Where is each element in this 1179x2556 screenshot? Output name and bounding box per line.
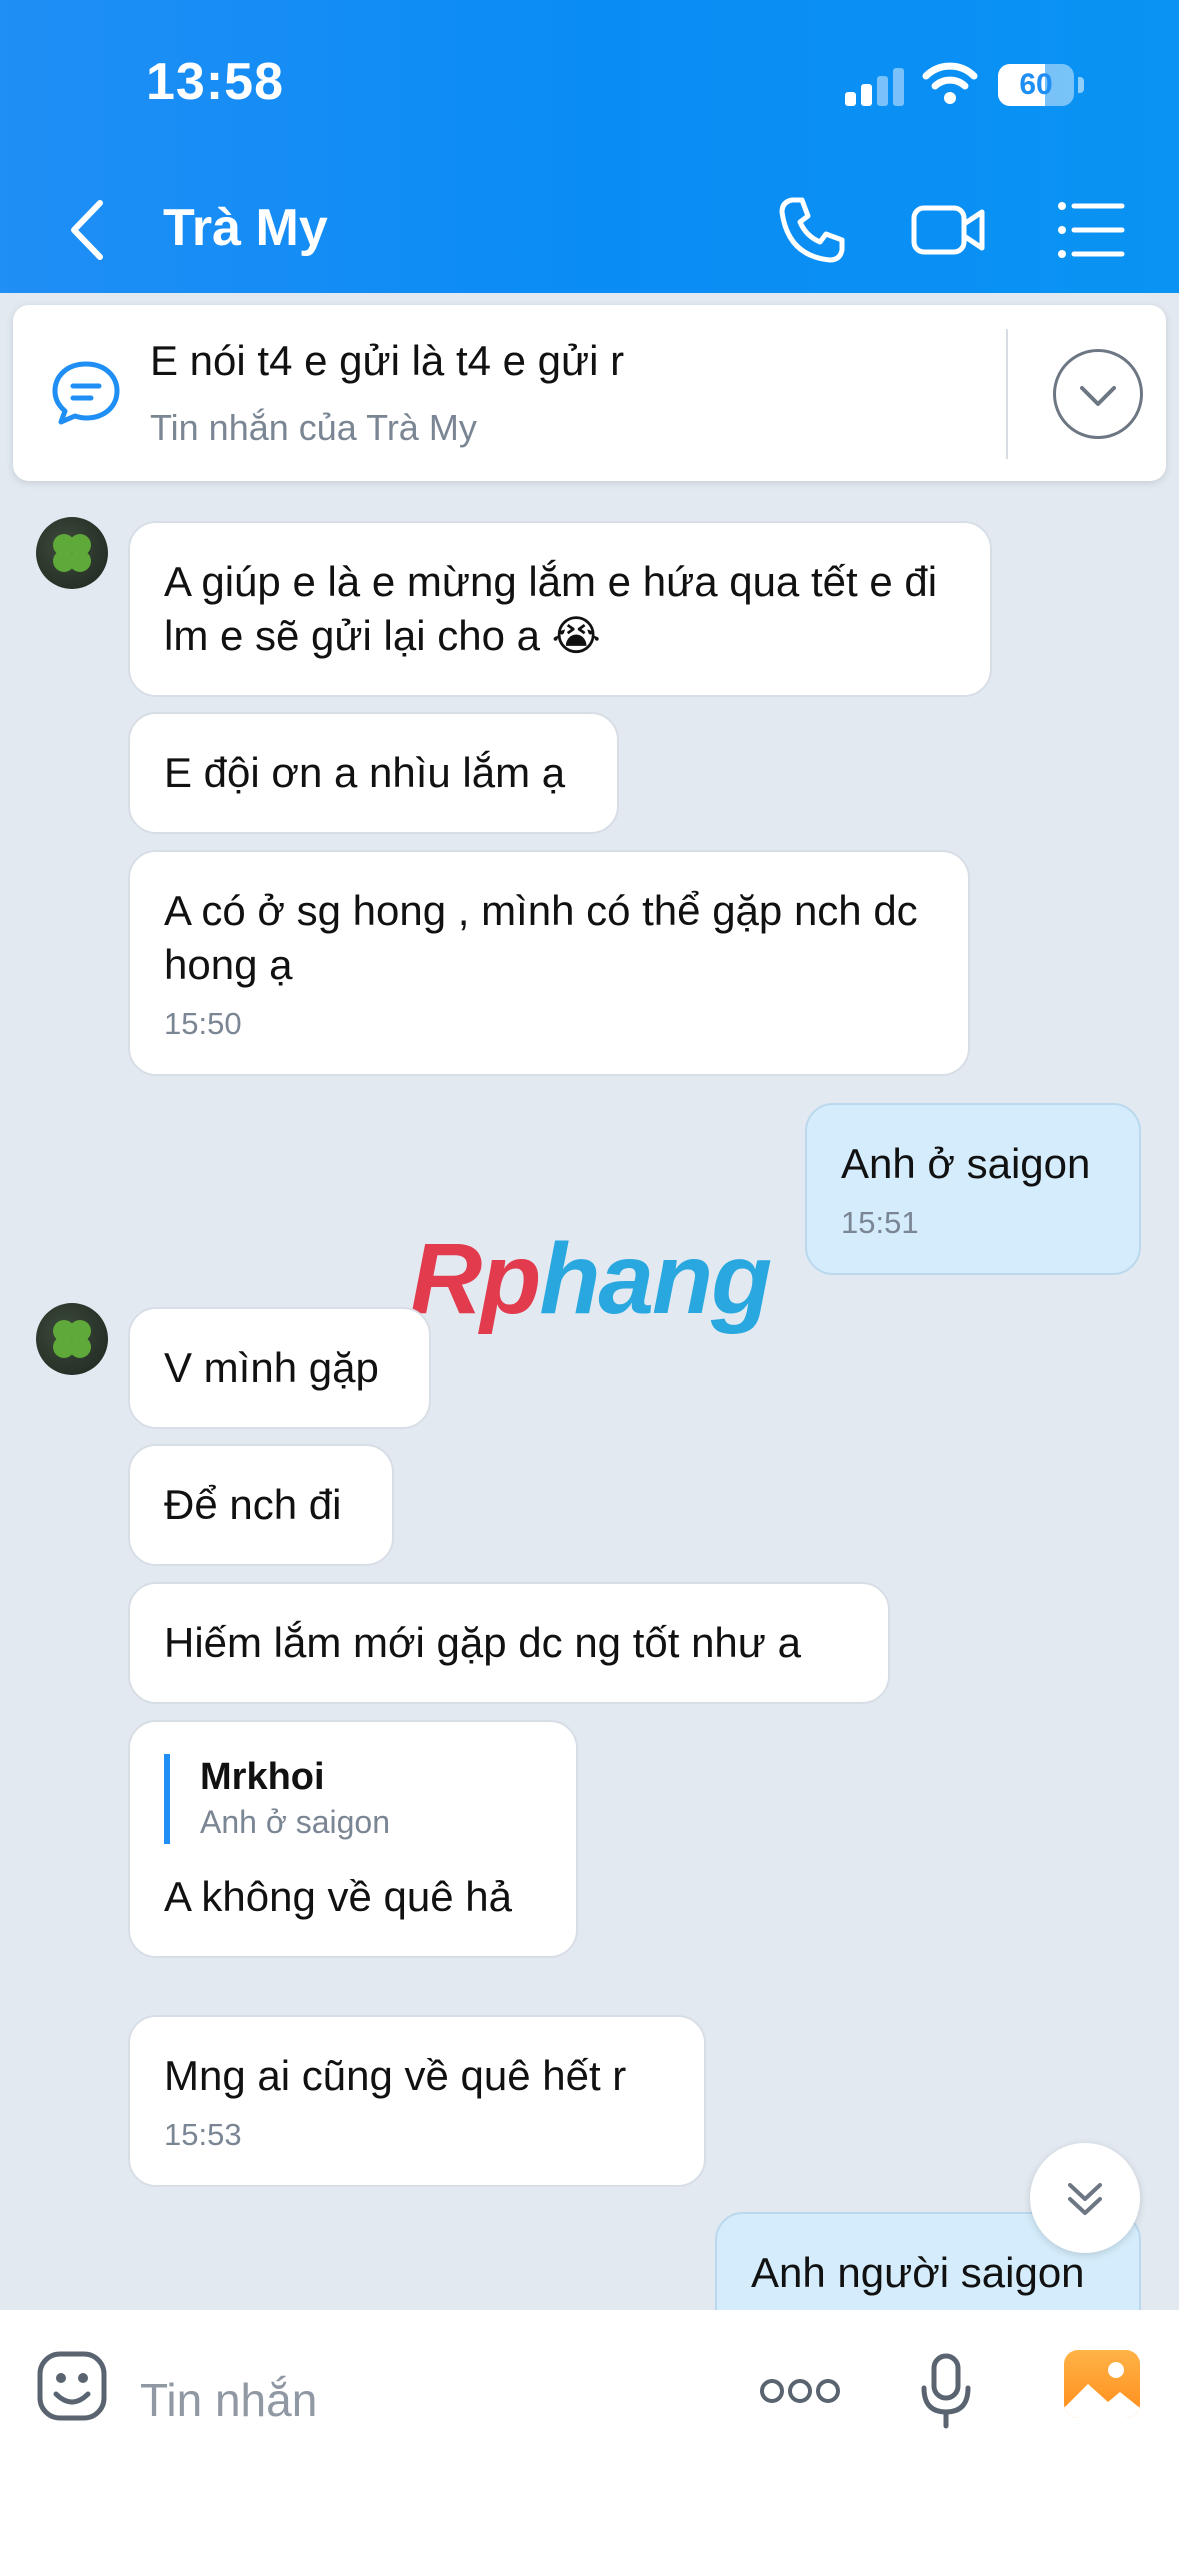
message-text: Để nch đi [164,1481,342,1528]
quoted-author: Mrkhoi [200,1756,325,1798]
microphone-icon[interactable] [918,2352,974,2432]
message-bubble[interactable]: E đội ơn a nhìu lắm ạ [128,712,619,834]
chat-bubble-icon [52,361,120,425]
wifi-icon [922,62,978,104]
message-text: V mình gặp [164,1344,379,1391]
image-icon[interactable] [1064,2350,1140,2418]
message-bubble[interactable]: Để nch đi [128,1444,394,1566]
cellular-signal-icon [845,66,905,106]
message-composer [0,2310,1179,2556]
message-text: Anh người saigon [751,2249,1085,2296]
message-text: A giúp e là e mừng lắm e hứa qua tết e đ… [164,558,938,659]
list-menu-icon[interactable] [1052,190,1132,270]
message-bubble[interactable]: Mng ai cũng về quê hết r 15:53 [128,2015,706,2187]
message-text: A không về quê hả [164,1873,512,1920]
message-time: 15:50 [164,1006,242,1041]
message-bubble-sent[interactable]: Anh ở saigon 15:51 [805,1103,1141,1275]
message-text: A có ở sg hong , mình có thể gặp nch dc … [164,887,918,988]
status-time: 13:58 [146,53,284,111]
video-call-icon[interactable] [908,190,988,270]
message-time: 15:53 [164,2117,242,2152]
message-bubble-reply[interactable]: Mrkhoi Anh ở saigon A không về quê hả [128,1720,578,1958]
message-input[interactable] [140,2360,700,2440]
battery-icon: 60 [998,64,1074,106]
message-text: Anh ở saigon [841,1140,1091,1187]
battery-cap [1078,77,1084,93]
pinned-text: E nói t4 e gửi là t4 e gửi r [150,337,625,384]
message-text: E đội ơn a nhìu lắm ạ [164,749,566,796]
quoted-message[interactable]: Mrkhoi Anh ở saigon [164,1754,542,1844]
double-chevron-down-icon [1068,2183,1102,2215]
message-text: Hiếm lắm mới gặp dc ng tốt như a [164,1619,801,1666]
chevron-down-icon [1080,386,1116,406]
message-bubble[interactable]: A có ở sg hong , mình có thể gặp nch dc … [128,850,970,1076]
back-arrow-icon[interactable] [60,195,120,265]
phone-icon[interactable] [772,190,852,270]
message-bubble[interactable]: V mình gặp [128,1307,431,1429]
chat-header: 13:58 60 Trà My [0,0,1179,293]
scroll-to-bottom-button[interactable] [1030,2143,1140,2253]
expand-pinned-button[interactable] [1053,349,1143,439]
pinned-subtitle: Tin nhắn của Trà My [150,407,477,448]
watermark: Rphang [410,1223,772,1335]
avatar[interactable] [36,517,108,589]
pinned-message[interactable]: E nói t4 e gửi là t4 e gửi r Tin nhắn củ… [13,305,1166,481]
battery-level: 60 [1019,68,1053,101]
message-bubble[interactable]: Hiếm lắm mới gặp dc ng tốt như a [128,1582,890,1704]
divider [1006,329,1008,459]
message-text: Mng ai cũng về quê hết r [164,2052,627,2099]
message-time: 15:51 [841,1205,919,1240]
more-options-icon[interactable] [758,2376,842,2406]
contact-name[interactable]: Trà My [163,198,328,258]
emoji-icon[interactable] [36,2350,108,2422]
message-bubble[interactable]: A giúp e là e mừng lắm e hứa qua tết e đ… [128,521,992,697]
avatar[interactable] [36,1303,108,1375]
quoted-text: Anh ở saigon [200,1804,390,1840]
